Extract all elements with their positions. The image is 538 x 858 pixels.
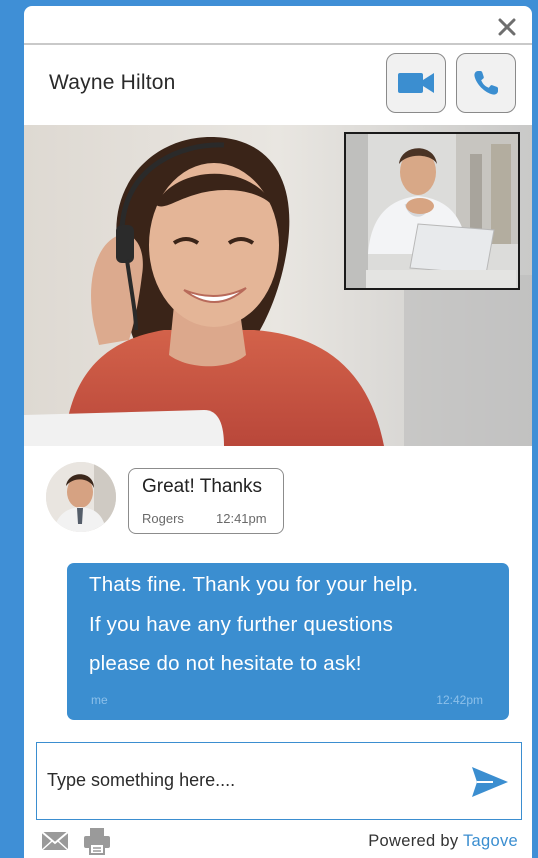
avatar-image bbox=[46, 462, 116, 532]
printer-icon bbox=[84, 828, 110, 855]
chat-header: Wayne Hilton bbox=[24, 45, 532, 125]
message-input[interactable] bbox=[47, 763, 447, 797]
message-time: 12:42pm bbox=[436, 693, 483, 707]
message-composer bbox=[36, 742, 522, 820]
send-button[interactable] bbox=[471, 765, 509, 799]
message-sender: Rogers bbox=[142, 511, 184, 526]
contact-name: Wayne Hilton bbox=[49, 71, 176, 94]
local-video-image bbox=[346, 134, 518, 288]
remote-video bbox=[24, 125, 532, 446]
message-text: Great! Thanks bbox=[142, 476, 263, 497]
message-text-line: Thats fine. Thank you for your help. bbox=[89, 573, 419, 596]
avatar bbox=[46, 462, 116, 532]
local-video-preview bbox=[344, 132, 520, 290]
brand-link[interactable]: Tagove bbox=[463, 832, 518, 850]
close-button[interactable] bbox=[494, 14, 520, 40]
send-icon bbox=[472, 767, 508, 797]
close-icon bbox=[498, 18, 516, 36]
print-transcript-button[interactable] bbox=[82, 826, 112, 856]
powered-by-label: Powered by bbox=[368, 832, 459, 850]
chat-widget: Wayne Hilton Great! Thanks Rogers 12:41p… bbox=[24, 6, 532, 858]
phone-icon bbox=[474, 71, 498, 95]
message-text-line: If you have any further questions bbox=[89, 613, 394, 636]
email-transcript-button[interactable] bbox=[41, 829, 69, 853]
powered-by: Powered by Tagove bbox=[368, 832, 518, 851]
video-camera-icon bbox=[398, 73, 434, 93]
message-bubble: Great! Thanks Rogers 12:41pm bbox=[128, 468, 284, 534]
widget-topbar bbox=[24, 6, 532, 44]
message-time: 12:41pm bbox=[216, 511, 267, 526]
widget-footer: Powered by Tagove bbox=[24, 824, 532, 858]
message-text-line: please do not hesitate to ask! bbox=[89, 652, 362, 675]
mail-icon bbox=[41, 831, 69, 851]
message-sender: me bbox=[91, 693, 108, 707]
message-outgoing: Thats fine. Thank you for your help. If … bbox=[67, 563, 509, 720]
voice-call-button[interactable] bbox=[456, 53, 516, 113]
video-call-button[interactable] bbox=[386, 53, 446, 113]
